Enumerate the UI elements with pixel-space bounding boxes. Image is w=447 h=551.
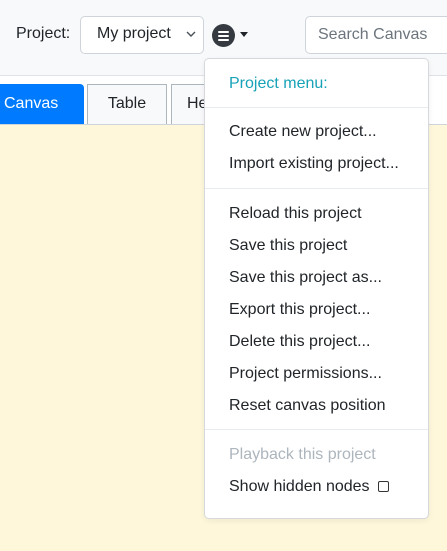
menu-item-create-project[interactable]: Create new project... [229, 123, 377, 141]
project-label: Project: [16, 25, 71, 42]
project-menu-header: Project menu: [229, 75, 328, 92]
search-input[interactable] [305, 16, 447, 54]
menu-item-project-permissions[interactable]: Project permissions... [229, 365, 382, 383]
show-hidden-nodes-label: Show hidden nodes [229, 478, 370, 495]
project-select-value: My project [97, 25, 171, 42]
menu-item-import-project[interactable]: Import existing project... [229, 155, 399, 173]
tab-canvas[interactable]: Canvas [0, 84, 84, 124]
menu-divider [205, 429, 428, 430]
menu-item-reset-canvas[interactable]: Reset canvas position [229, 397, 386, 415]
menu-item-playback-project: Playback this project [229, 446, 376, 463]
menu-divider [205, 188, 428, 189]
menu-item-delete-project[interactable]: Delete this project... [229, 333, 370, 351]
show-hidden-nodes-checkbox[interactable] [377, 481, 389, 492]
menu-item-reload-project[interactable]: Reload this project [229, 205, 362, 223]
menu-item-show-hidden-nodes[interactable]: Show hidden nodes [229, 478, 389, 496]
menu-item-export-project[interactable]: Export this project... [229, 301, 370, 319]
menu-item-save-project[interactable]: Save this project [229, 237, 347, 255]
menu-icon [212, 24, 235, 47]
caret-down-icon [240, 32, 248, 37]
tab-table[interactable]: Table [87, 84, 167, 124]
project-menu-toggle[interactable] [212, 24, 252, 48]
project-select[interactable]: My project [80, 16, 204, 54]
project-menu-dropdown: Project menu: Create new project... Impo… [204, 58, 429, 519]
chevron-down-icon [186, 31, 196, 37]
menu-divider [205, 107, 428, 108]
menu-item-save-project-as[interactable]: Save this project as... [229, 269, 382, 287]
